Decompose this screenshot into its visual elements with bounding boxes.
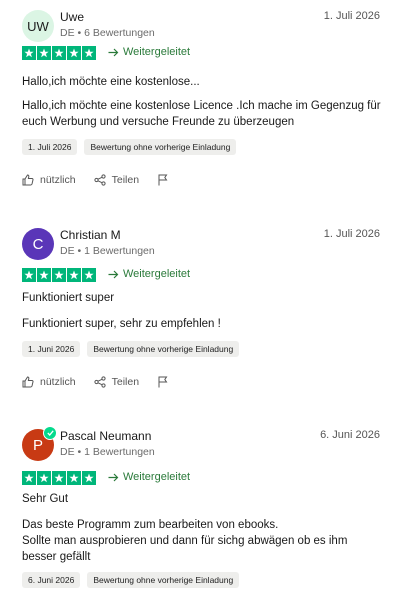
invitation-tag[interactable]: Bewertung ohne vorherige Einladung (84, 139, 237, 155)
reviewer-name[interactable]: Pascal Neumann (60, 429, 151, 443)
forwarded-label: Weitergeleitet (108, 46, 190, 58)
review-body-line: euch Werbung und versuche Freunde zu übe… (22, 116, 295, 128)
reviewer-name[interactable]: Uwe (60, 10, 84, 24)
report-button[interactable] (157, 376, 169, 388)
experience-date-tag: 1. Juni 2026 (22, 341, 81, 357)
avatar[interactable]: P (22, 426, 57, 461)
star-icon (82, 268, 96, 282)
review-body-line: Sollte man ausprobieren und dann für sic… (22, 535, 348, 547)
star-rating (22, 471, 96, 485)
star-icon (37, 471, 51, 485)
review-date: 1. Juli 2026 (323, 228, 380, 240)
helpful-button[interactable]: nützlich (22, 174, 76, 186)
review-tags: 1. Juni 2026 Bewertung ohne vorherige Ei… (22, 341, 240, 357)
reviewer-name[interactable]: Christian M (60, 228, 121, 242)
forward-arrow-icon (108, 473, 119, 481)
review-tags: 6. Juni 2026 Bewertung ohne vorherige Ei… (22, 572, 240, 588)
report-button[interactable] (157, 174, 169, 186)
share-button[interactable]: Teilen (94, 376, 139, 388)
forwarded-label: Weitergeleitet (108, 268, 190, 280)
star-icon (52, 46, 66, 60)
review-date: 1. Juli 2026 (323, 10, 380, 22)
review-card: P Pascal Neumann DE • 1 Bewertungen 6. J… (0, 426, 407, 600)
flag-icon (158, 376, 168, 388)
star-rating (22, 268, 96, 282)
star-icon (22, 46, 36, 60)
thumbs-up-icon (22, 174, 34, 186)
reviewer-meta: DE • 1 Bewertungen (60, 245, 155, 257)
review-card: C Christian M DE • 1 Bewertungen 1. Juli… (0, 228, 407, 398)
star-icon (52, 471, 66, 485)
star-icon (22, 268, 36, 282)
review-actions: nützlich Teilen (22, 174, 187, 186)
experience-date-tag: 6. Juni 2026 (22, 572, 81, 588)
forward-arrow-icon (108, 48, 119, 56)
forwarded-text: Weitergeleitet (123, 471, 191, 483)
star-icon (82, 471, 96, 485)
review-body: Hallo,ich möchte eine kostenlose Licence… (22, 98, 382, 130)
share-icon (94, 376, 106, 388)
review-actions: nützlich Teilen (22, 376, 187, 388)
star-icon (67, 471, 81, 485)
thumbs-up-icon (22, 376, 34, 388)
share-label: Teilen (111, 376, 140, 388)
helpful-button[interactable]: nützlich (22, 376, 76, 388)
share-icon (94, 174, 106, 186)
reviewer-meta: DE • 6 Bewertungen (60, 27, 155, 39)
star-rating (22, 46, 96, 60)
review-body-line: Das beste Programm zum bearbeiten von eb… (22, 519, 279, 531)
avatar[interactable]: UW (22, 10, 54, 42)
helpful-label: nützlich (40, 376, 76, 388)
review-body-line: besser gefällt (22, 551, 91, 563)
forwarded-text: Weitergeleitet (123, 46, 191, 58)
star-icon (22, 471, 36, 485)
review-title[interactable]: Sehr Gut (22, 493, 68, 505)
star-icon (82, 46, 96, 60)
invitation-tag[interactable]: Bewertung ohne vorherige Einladung (87, 572, 240, 588)
flag-icon (158, 174, 168, 186)
star-icon (37, 46, 51, 60)
review-title[interactable]: Hallo,ich möchte eine kostenlose... (22, 76, 200, 88)
review-body-line: Hallo,ich möchte eine kostenlose Licence… (22, 100, 381, 112)
review-tags: 1. Juli 2026 Bewertung ohne vorherige Ei… (22, 139, 237, 155)
avatar-initial: P (32, 436, 43, 454)
share-button[interactable]: Teilen (94, 174, 139, 186)
star-icon (37, 268, 51, 282)
invitation-tag[interactable]: Bewertung ohne vorherige Einladung (87, 341, 240, 357)
review-card: UW Uwe DE • 6 Bewertungen 1. Juli 2026 W… (0, 10, 407, 200)
star-icon (67, 268, 81, 282)
verified-badge-icon (43, 426, 57, 440)
star-icon (52, 268, 66, 282)
avatar[interactable]: C (22, 228, 54, 260)
share-label: Teilen (111, 174, 140, 186)
review-title[interactable]: Funktioniert super (22, 292, 114, 304)
review-date: 6. Juni 2026 (320, 429, 380, 441)
forwarded-label: Weitergeleitet (108, 471, 190, 483)
forwarded-text: Weitergeleitet (123, 268, 191, 280)
helpful-label: nützlich (40, 174, 76, 186)
reviewer-meta: DE • 1 Bewertungen (60, 446, 155, 458)
review-body: Funktioniert super, sehr zu empfehlen ! (22, 316, 382, 332)
experience-date-tag: 1. Juli 2026 (22, 139, 78, 155)
star-icon (67, 46, 81, 60)
review-body: Das beste Programm zum bearbeiten von eb… (22, 517, 382, 565)
forward-arrow-icon (108, 270, 119, 278)
review-body-line: Funktioniert super, sehr zu empfehlen ! (22, 318, 221, 330)
